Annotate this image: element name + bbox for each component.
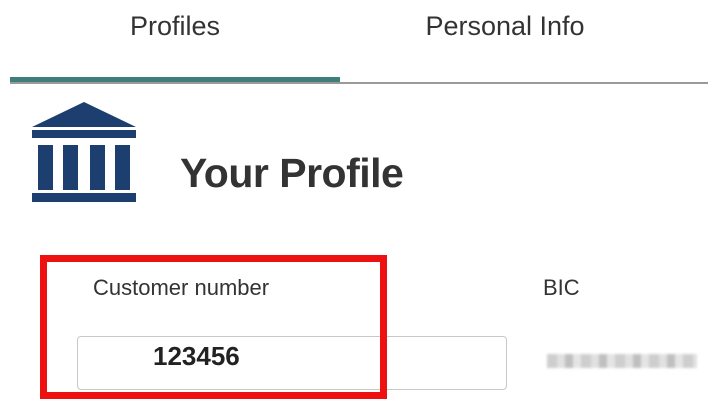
tab-profiles-label: Profiles — [129, 11, 221, 41]
highlight-box — [40, 255, 387, 399]
tab-personal-info-label: Personal Info — [425, 11, 585, 41]
active-tab-indicator — [10, 77, 340, 82]
page-title: Your Profile — [180, 150, 404, 196]
tab-divider — [10, 82, 708, 84]
bank-building-icon — [32, 102, 136, 202]
tab-profiles[interactable]: Profiles — [10, 0, 340, 82]
bic-value-blurred — [547, 354, 697, 368]
tab-bar: Profiles Personal Info — [0, 0, 708, 84]
tab-personal-info[interactable]: Personal Info — [340, 0, 670, 82]
bic-label: BIC — [543, 275, 580, 300]
